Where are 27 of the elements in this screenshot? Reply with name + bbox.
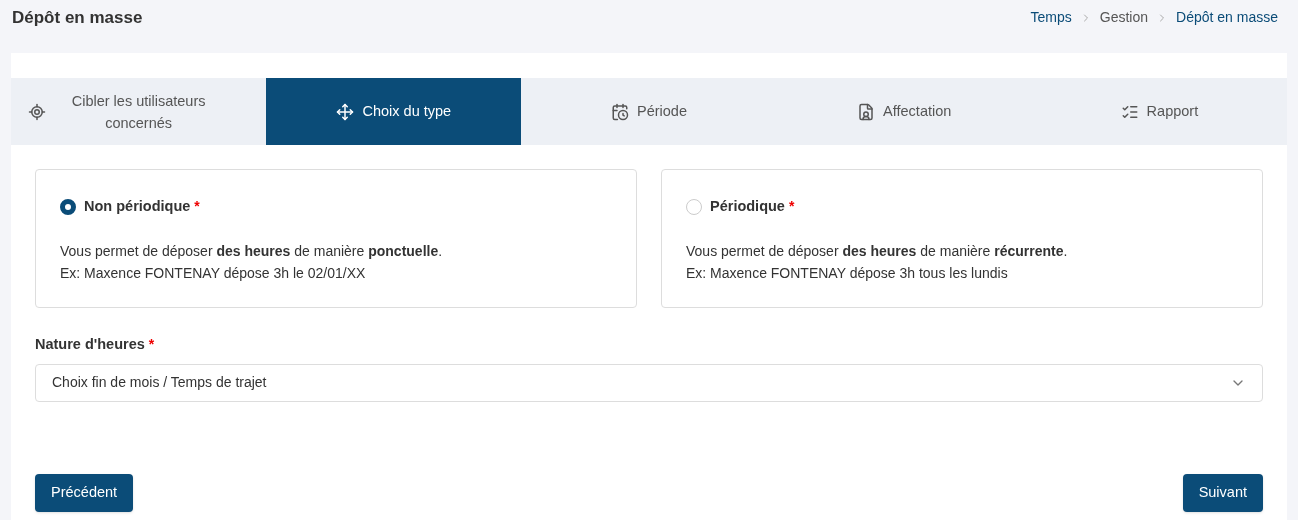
page-title: Dépôt en masse	[12, 6, 143, 29]
previous-button[interactable]: Précédent	[35, 473, 134, 512]
radio-button[interactable]	[60, 198, 76, 215]
step-tab[interactable]: Cibler les utilisateurs concernés	[11, 78, 267, 145]
step-tab[interactable]: Période	[521, 78, 777, 145]
option-description: Vous permet de déposer des heures de manière ponctuelle.	[60, 241, 444, 261]
breadcrumb-link[interactable]: Dépôt en masse	[1176, 7, 1278, 28]
next-button[interactable]: Suivant	[1182, 473, 1263, 512]
option-label: Périodique	[710, 197, 785, 216]
option-label: Non périodique	[84, 197, 191, 216]
required-mark: *	[148, 335, 155, 355]
crosshair-icon	[28, 102, 46, 121]
hours-select[interactable]: Choix fin de mois / Temps de trajet	[35, 363, 1263, 402]
required-mark: *	[194, 197, 200, 217]
step-tab[interactable]: Rapport	[1031, 78, 1287, 145]
calendar-clock-icon	[611, 102, 629, 121]
step-tab[interactable]: Choix du type	[266, 78, 522, 145]
user-document-icon	[857, 102, 876, 121]
step-tab[interactable]: Affectation	[776, 78, 1032, 145]
move-arrows-icon	[336, 102, 355, 121]
breadcrumb-link[interactable]: Gestion	[1099, 7, 1149, 28]
required-mark: *	[788, 197, 795, 217]
option-example: Ex: Maxence FONTENAY dépose 3h tous les lundis	[686, 263, 1009, 283]
option-description: Vous permet de déposer des heures de manière récurrente.	[686, 241, 1069, 261]
option-example: Ex: Maxence FONTENAY dépose 3h le 02/01/XX	[60, 263, 367, 283]
breadcrumb-link[interactable]: Temps	[1030, 7, 1072, 28]
field-label: Nature d'heures	[35, 335, 145, 354]
